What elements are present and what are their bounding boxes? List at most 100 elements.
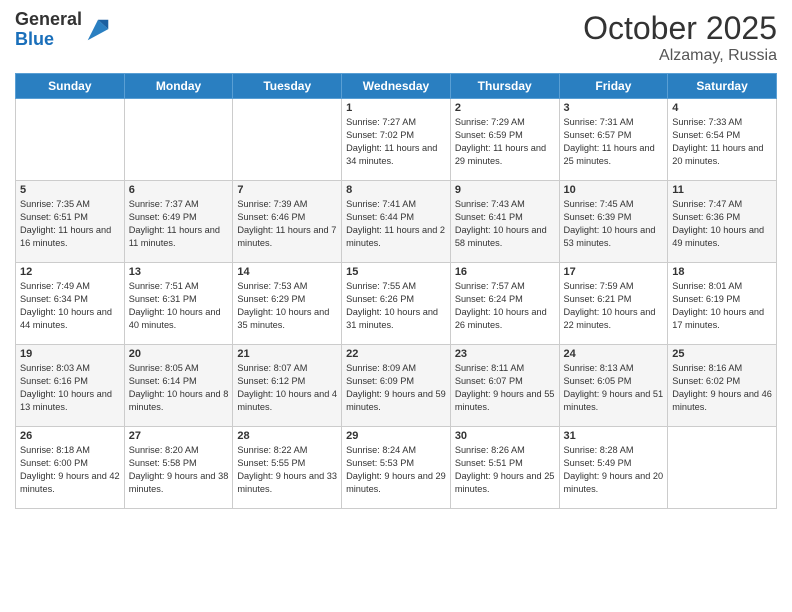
calendar-cell bbox=[233, 99, 342, 181]
day-number: 9 bbox=[455, 184, 555, 196]
day-number: 10 bbox=[564, 184, 664, 196]
day-number: 23 bbox=[455, 348, 555, 360]
calendar-cell: 28 Sunrise: 8:22 AM Sunset: 5:55 PM Dayli… bbox=[233, 427, 342, 509]
calendar-cell: 24 Sunrise: 8:13 AM Sunset: 6:05 PM Dayli… bbox=[559, 345, 668, 427]
day-number: 22 bbox=[346, 348, 446, 360]
day-number: 30 bbox=[455, 430, 555, 442]
day-info: Sunrise: 7:53 AM Sunset: 6:29 PM Dayligh… bbox=[237, 280, 337, 332]
calendar-cell: 3 Sunrise: 7:31 AM Sunset: 6:57 PM Daylig… bbox=[559, 99, 668, 181]
calendar-cell: 21Sunrise: 8:07 AM Sunset: 6:12 PM Dayli… bbox=[233, 345, 342, 427]
day-of-week-header: Monday bbox=[124, 74, 233, 99]
calendar-cell bbox=[124, 99, 233, 181]
day-info: Sunrise: 7:27 AM Sunset: 7:02 PM Dayligh… bbox=[346, 116, 446, 168]
day-number: 2 bbox=[455, 102, 555, 114]
calendar-cell: 20Sunrise: 8:05 AM Sunset: 6:14 PM Dayli… bbox=[124, 345, 233, 427]
day-info: Sunrise: 8:13 AM Sunset: 6:05 PM Dayligh… bbox=[564, 362, 664, 414]
day-number: 31 bbox=[564, 430, 664, 442]
calendar-cell: 9 Sunrise: 7:43 AM Sunset: 6:41 PM Daylig… bbox=[450, 181, 559, 263]
calendar-cell: 19 Sunrise: 8:03 AM Sunset: 6:16 PM Dayli… bbox=[16, 345, 125, 427]
title-block: October 2025 Alzamay, Russia bbox=[583, 10, 777, 65]
calendar-cell: 10 Sunrise: 7:45 AM Sunset: 6:39 PM Dayli… bbox=[559, 181, 668, 263]
day-number: 16 bbox=[455, 266, 555, 278]
day-info: Sunrise: 7:45 AM Sunset: 6:39 PM Dayligh… bbox=[564, 198, 664, 250]
calendar-cell: 16 Sunrise: 7:57 AM Sunset: 6:24 PM Dayli… bbox=[450, 263, 559, 345]
day-info: Sunrise: 7:55 AM Sunset: 6:26 PM Dayligh… bbox=[346, 280, 446, 332]
day-number: 14 bbox=[237, 266, 337, 278]
day-number: 25 bbox=[672, 348, 772, 360]
day-of-week-header: Tuesday bbox=[233, 74, 342, 99]
day-number: 4 bbox=[672, 102, 772, 114]
calendar-cell: 29 Sunrise: 8:24 AM Sunset: 5:53 PM Dayli… bbox=[342, 427, 451, 509]
day-number: 26 bbox=[20, 430, 120, 442]
calendar-cell: 7 Sunrise: 7:39 AM Sunset: 6:46 PM Daylig… bbox=[233, 181, 342, 263]
day-info: Sunrise: 7:57 AM Sunset: 6:24 PM Dayligh… bbox=[455, 280, 555, 332]
day-info: Sunrise: 8:11 AM Sunset: 6:07 PM Dayligh… bbox=[455, 362, 555, 414]
calendar-cell: 8Sunrise: 7:41 AM Sunset: 6:44 PM Daylig… bbox=[342, 181, 451, 263]
day-info: Sunrise: 7:49 AM Sunset: 6:34 PM Dayligh… bbox=[20, 280, 120, 332]
calendar-cell: 18 Sunrise: 8:01 AM Sunset: 6:19 PM Dayli… bbox=[668, 263, 777, 345]
day-info: Sunrise: 8:16 AM Sunset: 6:02 PM Dayligh… bbox=[672, 362, 772, 414]
day-number: 29 bbox=[346, 430, 446, 442]
day-info: Sunrise: 7:29 AM Sunset: 6:59 PM Dayligh… bbox=[455, 116, 555, 168]
logo-general: General Blue bbox=[15, 10, 82, 50]
calendar-cell: 2 Sunrise: 7:29 AM Sunset: 6:59 PM Daylig… bbox=[450, 99, 559, 181]
day-of-week-header: Wednesday bbox=[342, 74, 451, 99]
day-number: 18 bbox=[672, 266, 772, 278]
day-number: 13 bbox=[129, 266, 229, 278]
month-title: October 2025 bbox=[583, 10, 777, 47]
calendar-table: SundayMondayTuesdayWednesdayThursdayFrid… bbox=[15, 73, 777, 509]
day-info: Sunrise: 8:03 AM Sunset: 6:16 PM Dayligh… bbox=[20, 362, 120, 414]
calendar-cell: 4 Sunrise: 7:33 AM Sunset: 6:54 PM Daylig… bbox=[668, 99, 777, 181]
calendar-page: General Blue October 2025 Alzamay, Russi… bbox=[0, 0, 792, 612]
calendar-cell: 12 Sunrise: 7:49 AM Sunset: 6:34 PM Dayli… bbox=[16, 263, 125, 345]
day-number: 20 bbox=[129, 348, 229, 360]
calendar-cell: 23 Sunrise: 8:11 AM Sunset: 6:07 PM Dayli… bbox=[450, 345, 559, 427]
day-of-week-header: Saturday bbox=[668, 74, 777, 99]
day-info: Sunrise: 7:35 AM Sunset: 6:51 PM Dayligh… bbox=[20, 198, 120, 250]
day-info: Sunrise: 8:26 AM Sunset: 5:51 PM Dayligh… bbox=[455, 444, 555, 496]
day-number: 1 bbox=[346, 102, 446, 114]
day-number: 27 bbox=[129, 430, 229, 442]
day-info: Sunrise: 7:31 AM Sunset: 6:57 PM Dayligh… bbox=[564, 116, 664, 168]
logo-icon bbox=[84, 16, 112, 44]
calendar-cell: 1 Sunrise: 7:27 AM Sunset: 7:02 PM Daylig… bbox=[342, 99, 451, 181]
day-number: 28 bbox=[237, 430, 337, 442]
day-number: 8 bbox=[346, 184, 446, 196]
day-of-week-header: Thursday bbox=[450, 74, 559, 99]
day-of-week-header: Friday bbox=[559, 74, 668, 99]
calendar-cell: 6 Sunrise: 7:37 AM Sunset: 6:49 PM Daylig… bbox=[124, 181, 233, 263]
calendar-cell: 13Sunrise: 7:51 AM Sunset: 6:31 PM Dayli… bbox=[124, 263, 233, 345]
day-info: Sunrise: 7:39 AM Sunset: 6:46 PM Dayligh… bbox=[237, 198, 337, 250]
calendar-cell bbox=[16, 99, 125, 181]
calendar-cell: 22 Sunrise: 8:09 AM Sunset: 6:09 PM Dayli… bbox=[342, 345, 451, 427]
day-info: Sunrise: 8:09 AM Sunset: 6:09 PM Dayligh… bbox=[346, 362, 446, 414]
calendar-cell bbox=[668, 427, 777, 509]
day-info: Sunrise: 8:01 AM Sunset: 6:19 PM Dayligh… bbox=[672, 280, 772, 332]
day-info: Sunrise: 7:43 AM Sunset: 6:41 PM Dayligh… bbox=[455, 198, 555, 250]
day-info: Sunrise: 7:37 AM Sunset: 6:49 PM Dayligh… bbox=[129, 198, 229, 250]
day-number: 11 bbox=[672, 184, 772, 196]
day-number: 24 bbox=[564, 348, 664, 360]
day-info: Sunrise: 8:22 AM Sunset: 5:55 PM Dayligh… bbox=[237, 444, 337, 496]
day-number: 19 bbox=[20, 348, 120, 360]
day-number: 15 bbox=[346, 266, 446, 278]
day-number: 3 bbox=[564, 102, 664, 114]
calendar-cell: 27Sunrise: 8:20 AM Sunset: 5:58 PM Dayli… bbox=[124, 427, 233, 509]
day-info: Sunrise: 8:28 AM Sunset: 5:49 PM Dayligh… bbox=[564, 444, 664, 496]
day-info: Sunrise: 8:18 AM Sunset: 6:00 PM Dayligh… bbox=[20, 444, 120, 496]
day-info: Sunrise: 7:33 AM Sunset: 6:54 PM Dayligh… bbox=[672, 116, 772, 168]
day-number: 6 bbox=[129, 184, 229, 196]
day-number: 21 bbox=[237, 348, 337, 360]
day-of-week-header: Sunday bbox=[16, 74, 125, 99]
calendar-cell: 25 Sunrise: 8:16 AM Sunset: 6:02 PM Dayli… bbox=[668, 345, 777, 427]
calendar-cell: 31 Sunrise: 8:28 AM Sunset: 5:49 PM Dayli… bbox=[559, 427, 668, 509]
calendar-cell: 15 Sunrise: 7:55 AM Sunset: 6:26 PM Dayli… bbox=[342, 263, 451, 345]
day-number: 12 bbox=[20, 266, 120, 278]
calendar-cell: 26 Sunrise: 8:18 AM Sunset: 6:00 PM Dayli… bbox=[16, 427, 125, 509]
day-number: 7 bbox=[237, 184, 337, 196]
calendar-cell: 11 Sunrise: 7:47 AM Sunset: 6:36 PM Dayli… bbox=[668, 181, 777, 263]
day-number: 17 bbox=[564, 266, 664, 278]
day-info: Sunrise: 8:24 AM Sunset: 5:53 PM Dayligh… bbox=[346, 444, 446, 496]
day-info: Sunrise: 7:47 AM Sunset: 6:36 PM Dayligh… bbox=[672, 198, 772, 250]
calendar-cell: 5Sunrise: 7:35 AM Sunset: 6:51 PM Daylig… bbox=[16, 181, 125, 263]
